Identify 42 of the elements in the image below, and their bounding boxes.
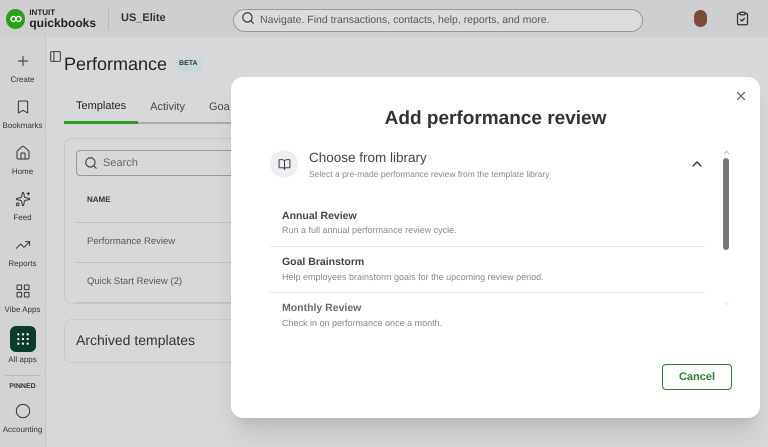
- sidebar-item[interactable]: Reports: [0, 231, 45, 273]
- sidebar-item[interactable]: Accounting: [0, 396, 45, 438]
- tab[interactable]: Goa: [196, 98, 242, 122]
- dialog-title: Add performance review: [384, 107, 608, 131]
- section-title: Choose from library: [309, 148, 428, 167]
- column-header: NAME: [86, 194, 111, 206]
- avatar-icon[interactable]: [694, 10, 707, 27]
- sidebar-item[interactable]: Vibe Apps: [0, 277, 45, 319]
- book-icon: [278, 158, 290, 170]
- sidebar-item[interactable]: Feed: [0, 185, 45, 227]
- sparkle-icon: [14, 191, 30, 207]
- brand-top: INTUIT: [29, 8, 56, 16]
- library-section-header[interactable]: Choose from library Select a pre-made performance review from the template library: [270, 148, 705, 180]
- grid-icon: [14, 283, 30, 299]
- sidebar-toggle-icon[interactable]: [49, 50, 62, 63]
- tab[interactable]: Activity: [138, 98, 197, 122]
- table-cell[interactable]: Quick Start Review (2): [76, 274, 182, 290]
- circle-icon: [14, 402, 30, 418]
- page-title: Performance: [64, 53, 168, 76]
- company-name[interactable]: US_Elite: [121, 10, 221, 27]
- close-button[interactable]: [734, 89, 748, 103]
- sidebar-item[interactable]: Home: [0, 139, 45, 181]
- clipboard-icon[interactable]: [735, 11, 750, 26]
- close-icon: [734, 89, 748, 103]
- cancel-button[interactable]: Cancel: [662, 364, 732, 390]
- template-option[interactable]: Goal Brainstorm Help employees brainstorm goals for the upcoming review period.: [270, 246, 705, 293]
- search-icon: [84, 156, 98, 170]
- scroll-down-icon: [722, 299, 730, 308]
- sidebar-item[interactable]: Bookmarks: [0, 93, 45, 135]
- section-subtitle: Select a pre-made performance review from the template library: [309, 168, 550, 180]
- dots-grid-icon: [14, 331, 30, 347]
- sidebar-item[interactable]: All apps: [0, 323, 45, 369]
- template-option[interactable]: Annual Review Run a full annual performance review cycle.: [270, 200, 705, 247]
- home-icon: [14, 145, 30, 161]
- table-cell[interactable]: Performance Review: [76, 234, 176, 250]
- search-icon: [241, 11, 255, 25]
- tab[interactable]: Templates: [64, 98, 138, 124]
- archived-title: Archived templates: [76, 331, 196, 350]
- sidebar-item[interactable]: Create: [0, 47, 45, 89]
- search-field[interactable]: Navigate. Find transactions, contacts, help, reports, and more.: [233, 8, 643, 32]
- logo-icon: [6, 8, 26, 28]
- brand-name: quickbooks: [29, 16, 96, 28]
